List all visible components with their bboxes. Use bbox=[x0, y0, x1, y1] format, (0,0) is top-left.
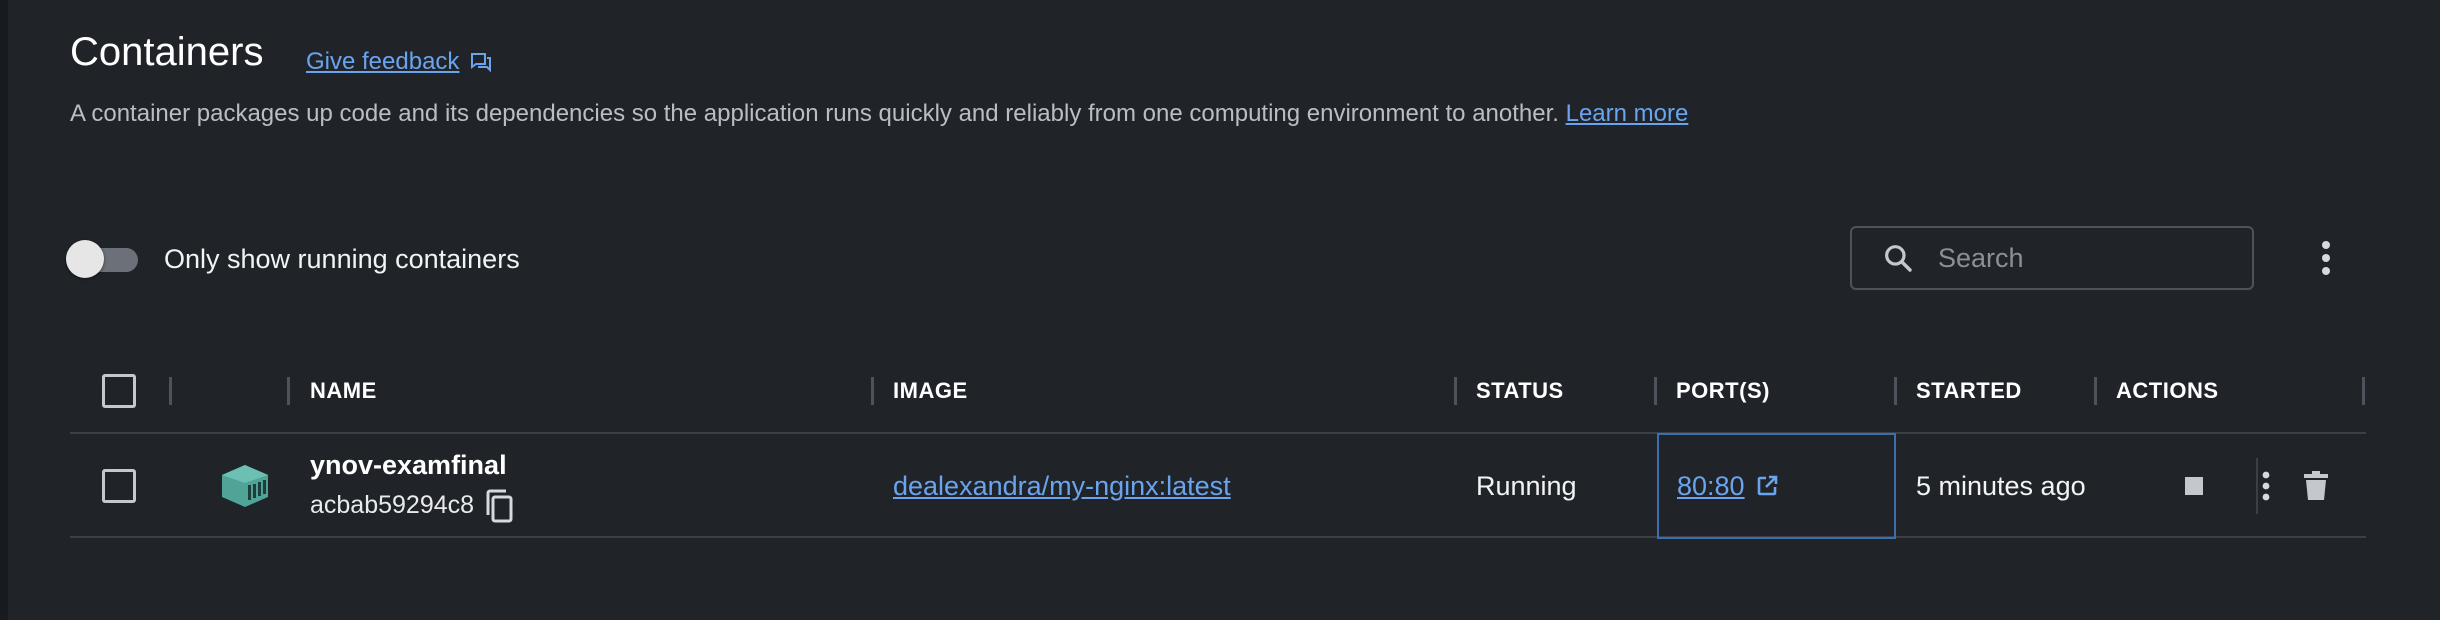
port-cell: 80:80 bbox=[1657, 433, 1896, 539]
left-rail bbox=[0, 0, 8, 620]
copy-icon bbox=[486, 489, 513, 522]
image-link[interactable]: dealexandra/my-nginx:latest bbox=[893, 471, 1231, 502]
row-select-cell bbox=[102, 434, 136, 538]
stop-button[interactable] bbox=[2170, 434, 2218, 538]
container-icon bbox=[222, 465, 268, 507]
column-separator bbox=[2362, 377, 2365, 405]
column-separator bbox=[1454, 377, 1457, 405]
search-icon bbox=[1885, 245, 1912, 272]
more-vertical-icon bbox=[2322, 241, 2330, 275]
page-title: Containers bbox=[70, 30, 264, 74]
search-box bbox=[1850, 226, 2254, 290]
column-header-started[interactable]: STARTED bbox=[1916, 348, 2022, 434]
column-separator bbox=[169, 377, 172, 405]
column-header-name[interactable]: NAME bbox=[310, 348, 377, 434]
give-feedback-link[interactable]: Give feedback bbox=[306, 48, 493, 76]
row-more-button[interactable] bbox=[2242, 434, 2290, 538]
started-cell: 5 minutes ago bbox=[1916, 434, 2086, 538]
learn-more-link[interactable]: Learn more bbox=[1566, 100, 1689, 127]
description-text: A container packages up code and its dep… bbox=[70, 100, 1559, 127]
more-options-button[interactable] bbox=[2310, 236, 2342, 280]
only-running-toggle[interactable] bbox=[66, 238, 140, 278]
column-header-ports[interactable]: PORT(S) bbox=[1676, 348, 1770, 434]
stop-icon bbox=[2185, 477, 2203, 495]
container-name[interactable]: ynov-examfinal bbox=[310, 450, 507, 481]
containers-page: Containers Give feedback A container pac… bbox=[0, 0, 2440, 620]
page-description: A container packages up code and its dep… bbox=[70, 100, 1688, 128]
column-header-status[interactable]: STATUS bbox=[1476, 348, 1564, 434]
status-text: Running bbox=[1476, 470, 1577, 501]
started-text: 5 minutes ago bbox=[1916, 470, 2086, 501]
status-cell: Running bbox=[1476, 434, 1577, 538]
toggle-knob bbox=[66, 240, 104, 278]
container-id-group: acbab59294c8 bbox=[310, 489, 514, 523]
column-separator bbox=[871, 377, 874, 405]
image-cell: dealexandra/my-nginx:latest bbox=[893, 434, 1231, 538]
only-running-label: Only show running containers bbox=[164, 244, 520, 274]
copy-id-button[interactable] bbox=[484, 489, 514, 523]
column-separator bbox=[1654, 377, 1657, 405]
table-row[interactable]: ynov-examfinal acbab59294c8 dealexandra/… bbox=[70, 433, 2366, 539]
row-checkbox[interactable] bbox=[102, 469, 136, 503]
header-select-cell bbox=[102, 348, 136, 434]
actions-divider bbox=[2256, 458, 2258, 514]
column-separator bbox=[287, 377, 290, 405]
containers-table: NAME IMAGE STATUS PORT(S) STARTED ACTION… bbox=[70, 348, 2366, 539]
port-link[interactable]: 80:80 bbox=[1677, 471, 1745, 502]
feedback-icon bbox=[471, 53, 492, 73]
give-feedback-label: Give feedback bbox=[306, 48, 460, 75]
column-header-image[interactable]: IMAGE bbox=[893, 348, 968, 434]
column-separator bbox=[1894, 377, 1897, 405]
more-vertical-icon bbox=[2262, 471, 2270, 501]
trash-icon bbox=[2304, 471, 2328, 500]
container-id: acbab59294c8 bbox=[310, 491, 475, 519]
name-cell: ynov-examfinal acbab59294c8 bbox=[310, 434, 514, 538]
column-separator bbox=[2094, 377, 2097, 405]
delete-button[interactable] bbox=[2292, 434, 2340, 538]
select-all-checkbox[interactable] bbox=[102, 374, 136, 408]
column-header-actions: ACTIONS bbox=[2116, 378, 2219, 403]
container-icon-cell bbox=[220, 434, 270, 538]
open-external-icon[interactable] bbox=[1755, 474, 1779, 498]
table-header: NAME IMAGE STATUS PORT(S) STARTED ACTION… bbox=[70, 348, 2366, 434]
search-input[interactable] bbox=[1938, 242, 2238, 274]
